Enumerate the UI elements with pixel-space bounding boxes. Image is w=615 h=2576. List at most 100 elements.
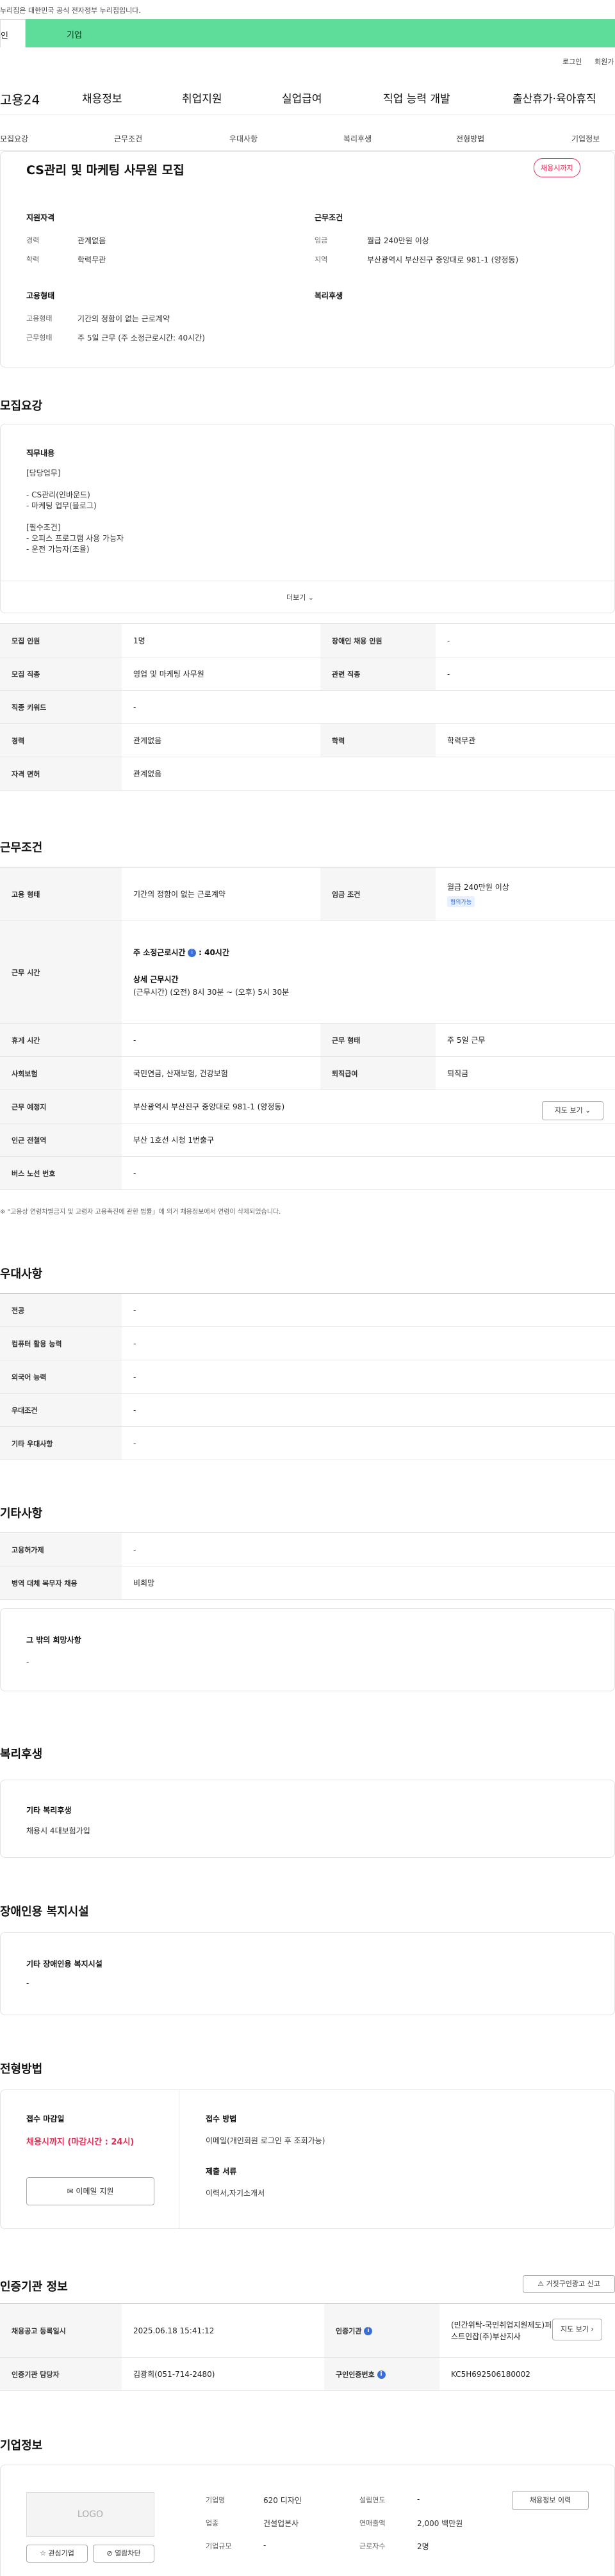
cell-label: 채용공고 등록일시 [0, 2303, 122, 2358]
block-company-button[interactable]: ⊘ 열람차단 [93, 2545, 154, 2563]
wage-label: 임금 [315, 236, 328, 245]
table-row: 고용허가제 - [0, 1533, 615, 1566]
docs-value: 이력서,자기소개서 [206, 2189, 265, 2198]
mail-icon: ✉ [67, 2187, 76, 2196]
cell-value: 퇴직금 [436, 1056, 615, 1090]
cell-value: 2025.06.18 15:41:12 [122, 2303, 324, 2358]
tab-company[interactable]: 기업 [26, 19, 615, 47]
work-value: 주 5일 근무 (주 소정근로시간: 40시간) [78, 334, 205, 342]
detail-hours-label: 상세 근무시간 [133, 974, 179, 984]
cell-label: 기타 우대사항 [0, 1426, 122, 1460]
info-icon[interactable]: i [377, 2371, 386, 2379]
duty-heading: 직무내용 [26, 449, 55, 458]
tab-process[interactable]: 전형방법 [456, 133, 484, 144]
cell-label: 자격 면허 [0, 757, 122, 791]
qual-heading: 지원자격 [26, 213, 55, 222]
nav-item-unemployment[interactable]: 실업급여 [282, 90, 322, 106]
cell-label: 병역 대체 복무자 채용 [0, 1566, 122, 1600]
report-button[interactable]: ⚠ 거짓구인광고 신고 [523, 2275, 615, 2293]
cell-label: 근무 형태 [320, 1023, 436, 1057]
conditions-heading: 근무조건 [0, 841, 43, 855]
tab-recruit[interactable]: 모집요강 [0, 133, 28, 144]
summary-card: CS관리 및 마케팅 사무원 모집 채용시까지 지원자격 경력 관계없음 학력 … [0, 151, 615, 367]
conditions-table: 고용 형태 기간의 정함이 없는 근로계약 임금 조건 월급 240만원 이상 협… [0, 867, 615, 1190]
cell-value: - [122, 1326, 615, 1360]
job-history-button[interactable]: 채용정보 이력 [512, 2491, 589, 2510]
table-row: 병역 대체 복무자 채용 비희망 [0, 1566, 615, 1600]
company-heading: 기업정보 [0, 2439, 43, 2452]
company-logo: LOGO [26, 2492, 154, 2537]
etc-table: 고용허가제 - 병역 대체 복무자 채용 비희망 [0, 1533, 615, 1600]
founded-value: - [417, 2495, 420, 2504]
map-button[interactable]: 지도 보기 ⌄ [542, 1101, 603, 1120]
welfare-value: 채용시 4대보험가입 [26, 1826, 90, 1835]
nav-item-parental-leave[interactable]: 출산휴가·육아휴직 [512, 90, 596, 106]
cell-label: 관련 직종 [320, 657, 436, 691]
cell-value: 기간의 정함이 없는 근로계약 [122, 867, 320, 921]
cell-label: 장애인 채용 인원 [320, 624, 436, 657]
edu-label: 학력 [26, 255, 40, 264]
method-value: 이메일(개인회원 로그인 후 조회가능) [206, 2136, 325, 2145]
tab-conditions[interactable]: 근무조건 [114, 133, 142, 144]
cell-label: 외국어 능력 [0, 1360, 122, 1394]
tab-individual[interactable]: 인 [0, 19, 26, 47]
table-row: 모집 직종 영업 및 마케팅 사무원 관련 직종 - [0, 657, 615, 691]
favorite-company-button[interactable]: ☆ 관심기업 [26, 2545, 88, 2563]
table-row: 인증기관 담당자 김광희(051-714-2480) 구인인증번호 i KC5H… [0, 2357, 615, 2391]
other-wish-heading: 그 밖의 희망사항 [26, 1636, 81, 1645]
cell-label: 전공 [0, 1293, 122, 1327]
chevron-down-icon: ⌄ [308, 593, 315, 602]
table-row: 경력 관계없음 학력 학력무관 [0, 723, 615, 757]
login-link[interactable]: 로그인 [562, 56, 582, 67]
cell-value: 국민연금, 산재보험, 건강보험 [122, 1056, 320, 1090]
cell-value: 학력무관 [436, 723, 615, 757]
table-row: 휴게 시간 - 근무 형태 주 5일 근무 [0, 1023, 615, 1057]
welfare-card: 기타 복리후생 채용시 4대보험가입 [0, 1780, 615, 1858]
table-row: 자격 면허 관계없음 [0, 757, 615, 791]
process-card: 접수 마감일 채용시까지 (마감시간 : 24시) ✉ 이메일 지원 접수 방법… [0, 2089, 615, 2229]
gov-banner: 누리집은 대한민국 공식 전자정부 누리집입니다. [0, 6, 141, 15]
table-row: 전공 - [0, 1293, 615, 1327]
cell-label: 우대조건 [0, 1393, 122, 1427]
cell-label: 휴게 시간 [0, 1023, 122, 1057]
cell-value: - [122, 1533, 615, 1566]
email-apply-button[interactable]: ✉ 이메일 지원 [26, 2177, 154, 2205]
cell-label: 인증기관 담당자 [0, 2357, 122, 2391]
agency-map-button[interactable]: 지도 보기 › [552, 2319, 602, 2340]
duty-line: - 운전 가능자(조율) [26, 545, 90, 554]
company-card: LOGO ☆ 관심기업 ⊘ 열람차단 기업명 620 디자인 설립연도 - 업종… [0, 2465, 615, 2576]
tab-preference[interactable]: 우대사항 [229, 133, 258, 144]
etc-heading: 기타사항 [0, 1507, 43, 1520]
wage-value: 월급 240만원 이상 [447, 882, 509, 892]
tab-welfare[interactable]: 복리후생 [343, 133, 372, 144]
nav-item-employment-support[interactable]: 취업지원 [182, 90, 222, 106]
other-wish-value: - [26, 1657, 29, 1666]
table-row: 인근 전철역 부산 1호선 시청 1번출구 [0, 1123, 615, 1157]
wage-value: 월급 240만원 이상 [367, 236, 429, 245]
cell-value: - [122, 1426, 615, 1460]
emp-type-value: 기간의 정함이 없는 근로계약 [78, 314, 170, 323]
industry-value: 건설업본사 [263, 2519, 299, 2528]
info-icon[interactable]: i [188, 948, 197, 957]
duty-line: - CS관리(인바운드) [26, 490, 90, 499]
more-button[interactable]: 더보기 ⌄ [286, 592, 314, 602]
info-mark-icon: ※ [0, 1209, 8, 1216]
cell-value: 관계없음 [122, 723, 320, 757]
disabled-sub-heading: 기타 장애인용 복지시설 [26, 1960, 102, 1968]
tab-company[interactable]: 기업정보 [571, 133, 600, 144]
cell-value: 부산 1호선 시청 1번출구 [122, 1123, 615, 1157]
method-label: 접수 방법 [206, 2114, 237, 2123]
emp-heading: 고용형태 [26, 291, 55, 300]
nav-item-training[interactable]: 직업 능력 개발 [383, 90, 450, 106]
chevron-right-icon: › [591, 2325, 594, 2333]
site-logo[interactable]: 고용24 [0, 90, 40, 108]
table-row: 모집 인원 1명 장애인 채용 인원 - [0, 624, 615, 657]
table-row: 고용 형태 기간의 정함이 없는 근로계약 임금 조건 월급 240만원 이상 협… [0, 867, 615, 921]
signup-link[interactable]: 회원가 [594, 56, 614, 67]
info-icon[interactable]: i [364, 2327, 373, 2335]
nav-item-jobs[interactable]: 채용정보 [82, 90, 122, 106]
cell-label: 모집 인원 [0, 624, 122, 657]
cell-value: 김광희(051-714-2480) [122, 2357, 324, 2391]
cell-value: - [122, 1023, 320, 1057]
cell-label: 모집 직종 [0, 657, 122, 691]
